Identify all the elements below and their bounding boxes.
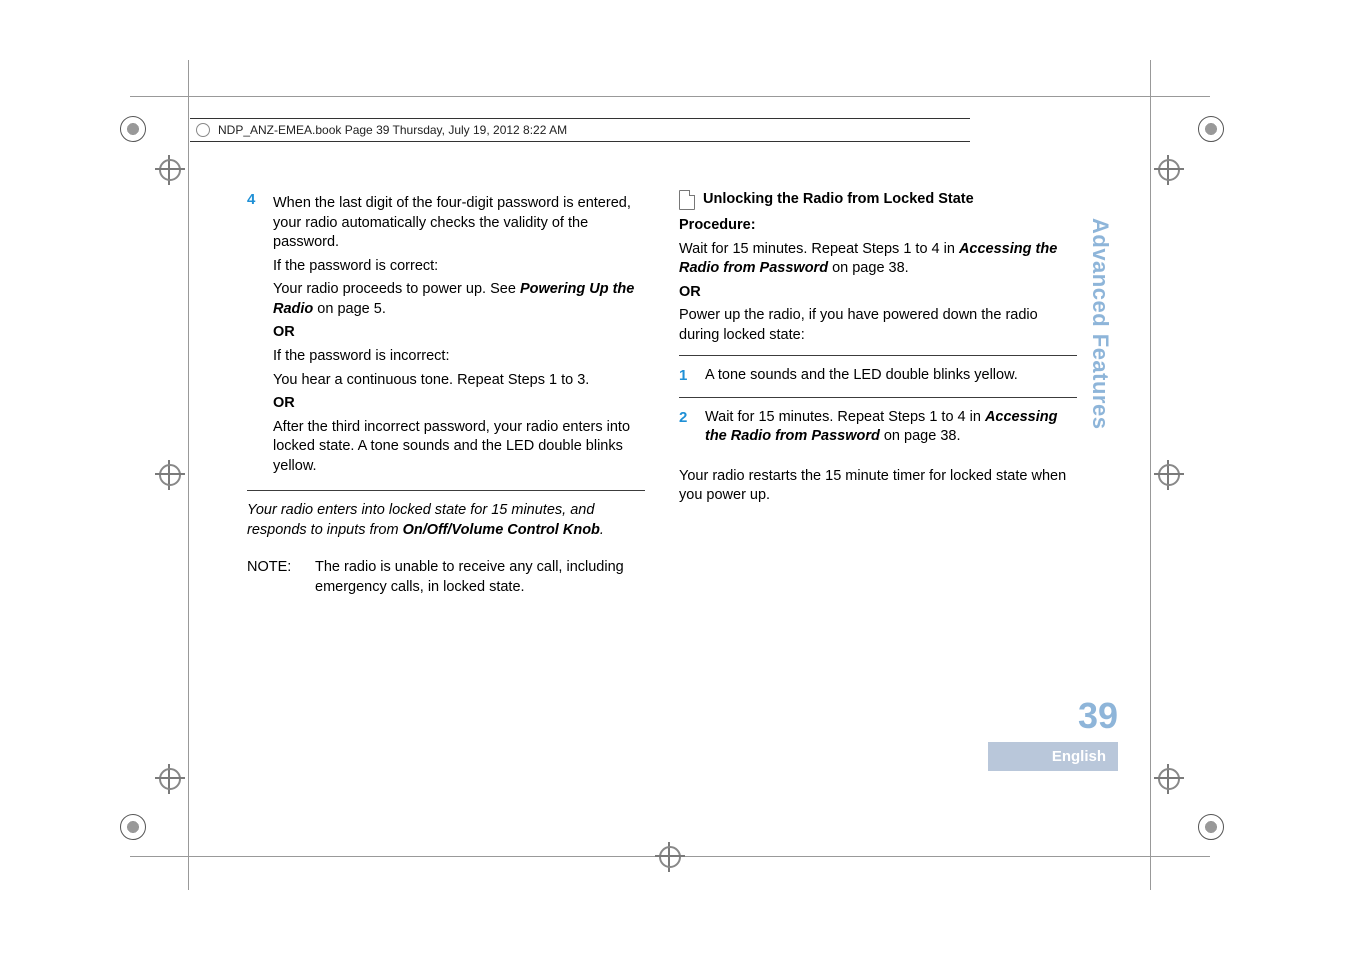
reg-mark-icon [120, 814, 146, 840]
step-body: Wait for 15 minutes. Repeat Steps 1 to 4… [705, 408, 1077, 447]
step-number: 4 [247, 190, 261, 480]
reg-cross-icon [1154, 764, 1184, 794]
powerup-line: Power up the radio, if you have powered … [679, 306, 1077, 345]
locked-state-note: Your radio enters into locked state for … [247, 501, 645, 540]
reg-cross-icon [155, 460, 185, 490]
reg-mark-icon [120, 116, 146, 142]
text: . [600, 522, 604, 538]
step-1: 1 A tone sounds and the LED double blink… [679, 366, 1077, 386]
note-label: NOTE: [247, 558, 301, 597]
crop-rule-right [1150, 60, 1151, 890]
if-incorrect-body: You hear a continuous tone. Repeat Steps… [273, 371, 645, 391]
text: on page 5. [313, 301, 386, 317]
note: NOTE: The radio is unable to receive any… [247, 558, 645, 597]
right-column: Unlocking the Radio from Locked State Pr… [679, 190, 1077, 598]
text: Wait for 15 minutes. Repeat Steps 1 to 4… [679, 241, 959, 257]
if-incorrect-label: If the password is incorrect: [273, 347, 645, 367]
divider [679, 355, 1077, 356]
procedure-label: Procedure: [679, 216, 1077, 236]
if-correct-body: Your radio proceeds to power up. See Pow… [273, 280, 645, 319]
footer: 39 English [988, 698, 1118, 771]
page-number: 39 [988, 698, 1118, 734]
text: Wait for 15 minutes. Repeat Steps 1 to 4… [705, 409, 985, 425]
if-correct-label: If the password is correct: [273, 257, 645, 277]
left-column: 4 When the last digit of the four-digit … [247, 190, 645, 598]
step-number: 1 [679, 366, 693, 386]
reg-cross-icon [155, 155, 185, 185]
after-third-body: After the third incorrect password, your… [273, 418, 645, 477]
language-bar: English [988, 742, 1118, 771]
closing-line: Your radio restarts the 15 minute timer … [679, 467, 1077, 506]
text: Your radio proceeds to power up. See [273, 281, 520, 297]
running-head: NDP_ANZ-EMEA.book Page 39 Thursday, July… [190, 118, 970, 142]
knob-ref: On/Off/Volume Control Knob [403, 522, 600, 538]
page: NDP_ANZ-EMEA.book Page 39 Thursday, July… [0, 0, 1350, 954]
or-label: OR [273, 394, 645, 414]
step-number: 2 [679, 408, 693, 447]
reg-cross-icon [1154, 155, 1184, 185]
reg-cross-icon [1154, 460, 1184, 490]
side-tab-label: Advanced Features [1087, 218, 1113, 429]
step-2: 2 Wait for 15 minutes. Repeat Steps 1 to… [679, 408, 1077, 447]
book-icon [196, 123, 210, 137]
divider [679, 397, 1077, 398]
section-heading: Unlocking the Radio from Locked State [679, 190, 1077, 210]
text: on page 38. [880, 428, 961, 444]
or-label: OR [273, 323, 645, 343]
text: on page 38. [828, 260, 909, 276]
content-columns: 4 When the last digit of the four-digit … [247, 190, 1077, 598]
divider [247, 490, 645, 491]
crop-rule-left [188, 60, 189, 890]
procedure-wait-line: Wait for 15 minutes. Repeat Steps 1 to 4… [679, 240, 1077, 279]
step-intro: When the last digit of the four-digit pa… [273, 194, 645, 253]
step-body: When the last digit of the four-digit pa… [273, 190, 645, 480]
reg-cross-icon [655, 842, 685, 872]
or-label: OR [679, 283, 1077, 303]
heading-text: Unlocking the Radio from Locked State [703, 190, 974, 210]
document-icon [679, 190, 695, 210]
reg-cross-icon [155, 764, 185, 794]
crop-rule-top [130, 96, 1210, 97]
step-4: 4 When the last digit of the four-digit … [247, 190, 645, 480]
reg-mark-icon [1198, 116, 1224, 142]
reg-mark-icon [1198, 814, 1224, 840]
step-body: A tone sounds and the LED double blinks … [705, 366, 1018, 386]
note-body: The radio is unable to receive any call,… [315, 558, 645, 597]
running-head-text: NDP_ANZ-EMEA.book Page 39 Thursday, July… [218, 123, 567, 137]
